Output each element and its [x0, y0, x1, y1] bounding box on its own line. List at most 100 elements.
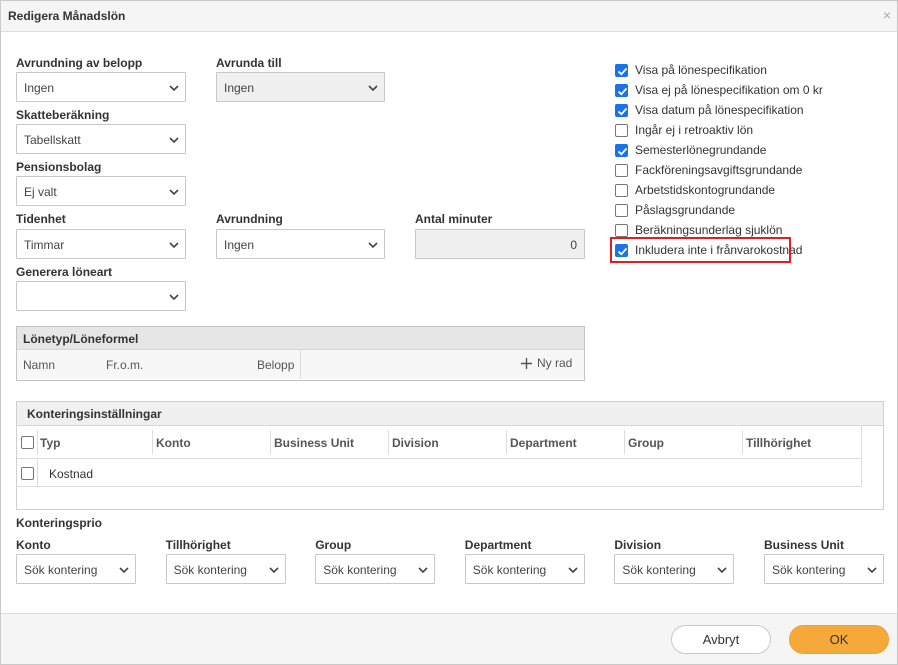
chevron-down-icon	[119, 567, 129, 574]
dialog-titlebar: Redigera Månadslön ×	[1, 1, 897, 32]
chevron-down-icon	[169, 242, 179, 249]
pensionsbolag-value: Ej valt	[24, 185, 57, 199]
prio-value: Sök kontering	[173, 563, 247, 577]
col-divider	[388, 430, 389, 454]
prio-label: Group	[315, 538, 352, 552]
avrunda-till-select[interactable]: Ingen	[216, 72, 385, 102]
prio-label: Tillhörighet	[165, 538, 231, 552]
checkbox-row[interactable]: Visa på lönespecifikation	[615, 62, 767, 78]
skatteberakning-select[interactable]: Tabellskatt	[16, 124, 186, 154]
checkbox-row[interactable]: Påslagsgrundande	[615, 202, 735, 218]
checkbox-row[interactable]: Visa ej på lönespecifikation om 0 kr	[615, 82, 823, 98]
prio-select[interactable]: Sök kontering	[464, 554, 585, 584]
chevron-down-icon	[169, 189, 179, 196]
avrundning-value: Ingen	[224, 238, 255, 252]
col-divider	[300, 350, 301, 379]
prio-select[interactable]: Sök kontering	[315, 554, 436, 584]
avrundning-belopp-label: Avrundning av belopp	[16, 56, 143, 70]
option-checkbox[interactable]	[615, 183, 628, 197]
option-checkbox[interactable]	[615, 63, 628, 77]
chevron-down-icon	[269, 567, 279, 574]
avrundning-belopp-value: Ingen	[24, 81, 55, 95]
konteringsprio-title: Konteringsprio	[16, 516, 102, 530]
chevron-down-icon	[169, 85, 179, 92]
checkbox-label: Påslagsgrundande	[635, 203, 736, 217]
checkbox-row[interactable]: Semesterlönegrundande	[615, 142, 766, 158]
option-checkbox[interactable]	[615, 203, 628, 217]
dialog-footer: Avbryt OK	[1, 613, 897, 664]
tidenhet-value: Timmar	[24, 238, 65, 252]
generera-loneart-select[interactable]	[16, 281, 186, 311]
skatteberakning-value: Tabellskatt	[24, 133, 81, 147]
antal-minuter-label: Antal minuter	[415, 212, 493, 226]
chevron-down-icon	[418, 567, 428, 574]
prio-select[interactable]: Sök kontering	[165, 554, 286, 584]
option-checkbox[interactable]	[615, 123, 628, 137]
dialog-title: Redigera Månadslön	[8, 9, 126, 23]
prio-select[interactable]: Sök kontering	[16, 554, 136, 584]
chevron-down-icon	[568, 567, 578, 574]
checkbox-row[interactable]: Ingår ej i retroaktiv lön	[615, 122, 753, 138]
prio-value: Sök kontering	[323, 563, 397, 577]
lonetyp-header-row: Namn Fr.o.m. Belopp Ny rad	[17, 350, 584, 379]
antal-minuter-input[interactable]: 0	[415, 229, 585, 259]
close-icon[interactable]: ×	[883, 7, 891, 23]
avrunda-till-value: Ingen	[224, 81, 255, 95]
checkbox-label: Semesterlönegrundande	[635, 143, 767, 157]
prio-value: Sök kontering	[622, 563, 696, 577]
checkmark-icon	[617, 87, 628, 95]
highlight-box	[610, 237, 791, 263]
row-checkbox[interactable]	[21, 467, 34, 480]
checkbox-row[interactable]: Visa datum på lönespecifikation	[615, 102, 804, 118]
ok-button[interactable]: OK	[789, 625, 889, 654]
select-all-checkbox[interactable]	[21, 436, 34, 449]
kontering-title: Konteringsinställningar	[17, 402, 883, 426]
col-divider	[506, 430, 507, 454]
edit-dialog: Redigera Månadslön × Avrundning av belop…	[0, 0, 898, 665]
col-konto: Konto	[156, 436, 191, 450]
checkbox-row[interactable]: Arbetstidskontogrundande	[615, 182, 775, 198]
chevron-down-icon	[169, 137, 179, 144]
col-divider	[37, 430, 38, 454]
plus-icon	[521, 357, 532, 369]
checkbox-row[interactable]: Fackföreningsavgiftsgrundande	[615, 162, 802, 178]
kontering-panel: Konteringsinställningar Typ Konto Busine…	[16, 401, 884, 510]
col-department: Department	[510, 436, 577, 450]
pensionsbolag-select[interactable]: Ej valt	[16, 176, 186, 206]
pensionsbolag-label: Pensionsbolag	[16, 160, 102, 174]
table-row[interactable]: Kostnad	[17, 459, 862, 487]
add-row-button[interactable]: Ny rad	[521, 356, 572, 370]
prio-select[interactable]: Sök kontering	[614, 554, 735, 584]
chevron-down-icon	[368, 85, 378, 92]
option-checkbox[interactable]	[615, 143, 628, 157]
add-row-label: Ny rad	[537, 356, 573, 370]
skatteberakning-label: Skatteberäkning	[16, 108, 110, 122]
checkbox-label: Visa datum på lönespecifikation	[635, 103, 804, 117]
generera-loneart-label: Generera löneart	[16, 265, 113, 279]
col-divider	[270, 430, 271, 454]
tidenhet-select[interactable]: Timmar	[16, 229, 186, 259]
option-checkbox[interactable]	[615, 163, 628, 177]
checkbox-row[interactable]: Beräkningsunderlag sjuklön	[615, 222, 782, 238]
col-business-unit: Business Unit	[274, 436, 355, 450]
col-divider	[152, 430, 153, 454]
antal-minuter-value: 0	[570, 238, 577, 252]
checkmark-icon	[617, 107, 628, 115]
option-checkbox[interactable]	[615, 103, 628, 117]
col-tillhorighet: Tillhörighet	[746, 436, 812, 450]
col-from: Fr.o.m.	[106, 358, 144, 372]
tidenhet-label: Tidenhet	[16, 212, 66, 226]
prio-value: Sök kontering	[24, 563, 98, 577]
cancel-button[interactable]: Avbryt	[671, 625, 771, 654]
col-group: Group	[628, 436, 664, 450]
prio-select[interactable]: Sök kontering	[764, 554, 884, 584]
col-belopp: Belopp	[257, 358, 295, 372]
avrundning-select[interactable]: Ingen	[216, 229, 385, 259]
col-typ: Typ	[40, 436, 61, 450]
option-checkbox[interactable]	[615, 223, 628, 237]
option-checkbox[interactable]	[615, 83, 628, 97]
col-divider	[37, 459, 38, 487]
avrundning-label: Avrundning	[216, 212, 283, 226]
chevron-down-icon	[867, 567, 877, 574]
avrundning-belopp-select[interactable]: Ingen	[16, 72, 186, 102]
